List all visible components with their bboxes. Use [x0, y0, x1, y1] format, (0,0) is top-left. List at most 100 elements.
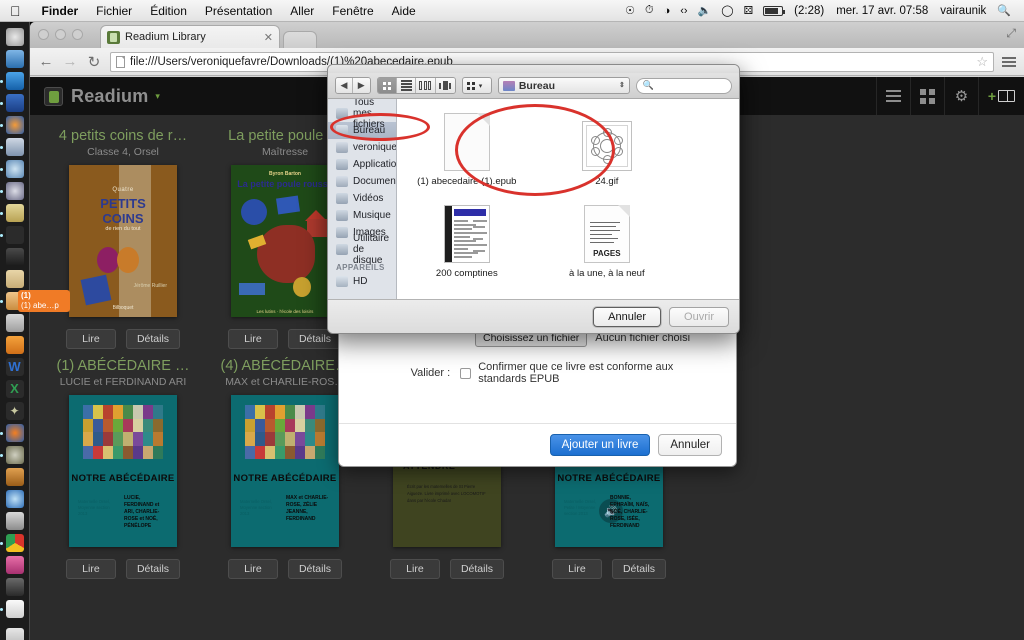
dock-item-textedit[interactable]: [5, 336, 24, 354]
location-popup-button[interactable]: Bureau ⇕: [497, 77, 630, 94]
book-cover[interactable]: NOTRE ABÉCÉDAIRE Maternelle Orsel, Moyen…: [231, 395, 339, 547]
close-window-button[interactable]: [38, 29, 49, 40]
add-book-icon[interactable]: +: [978, 77, 1024, 115]
finder-search-input[interactable]: 🔍: [635, 77, 733, 94]
add-book-cancel-button[interactable]: Annuler: [658, 434, 722, 456]
menubar-user[interactable]: vairaunik: [934, 5, 992, 17]
menu-item-aide[interactable]: Aide: [383, 4, 425, 18]
sidebar-item-hd[interactable]: HD: [328, 273, 396, 290]
finder-back-button[interactable]: ◀: [336, 78, 353, 93]
read-button[interactable]: Lire: [227, 329, 278, 349]
dock-item-finder-alias[interactable]: [5, 314, 24, 332]
dock-item-star[interactable]: ✦: [5, 402, 24, 420]
close-icon[interactable]: ✕: [260, 31, 273, 44]
menu-item-presentation[interactable]: Présentation: [196, 4, 281, 18]
menu-item-fenetre[interactable]: Fenêtre: [323, 4, 382, 18]
menu-item-finder[interactable]: Finder: [33, 4, 88, 18]
dock-item-firefox2[interactable]: [0, 424, 24, 442]
dock[interactable]: W X ✦: [0, 22, 30, 640]
book-card[interactable]: 4 petits coins de r… Classe 4, Orsel Qua…: [42, 123, 204, 349]
notification-icon[interactable]: ◯: [716, 4, 738, 17]
menu-item-edition[interactable]: Édition: [141, 4, 196, 18]
dock-item-compass[interactable]: [0, 182, 24, 200]
finder-forward-button[interactable]: ▶: [352, 78, 370, 93]
read-button[interactable]: Lire: [65, 329, 116, 349]
dock-item-globe[interactable]: [0, 160, 24, 178]
navigation-segment[interactable]: ◀ ▶: [335, 77, 371, 94]
read-button[interactable]: Lire: [389, 559, 440, 579]
hamburger-icon[interactable]: [1002, 56, 1016, 67]
fullscreen-icon[interactable]: ⤢: [1006, 26, 1016, 41]
finder-dialog-titlebar[interactable]: [328, 65, 739, 73]
dock-item-browser[interactable]: [5, 490, 24, 508]
book-card[interactable]: (1) ABÉCÉDAIRE … LUCIE et FERDINAND ARI: [42, 353, 204, 579]
chevron-down-icon[interactable]: ▾: [155, 91, 160, 102]
dock-item-notes[interactable]: [0, 204, 24, 222]
sidebar-item-applications[interactable]: Applications: [328, 156, 396, 173]
read-button[interactable]: Lire: [65, 559, 116, 579]
dock-item-gimp[interactable]: [0, 446, 24, 464]
dock-item-word-w[interactable]: W: [5, 358, 24, 376]
arrange-by-button[interactable]: ▾: [461, 77, 492, 94]
forward-button[interactable]: →: [62, 53, 78, 70]
details-button[interactable]: Détails: [449, 559, 505, 579]
window-controls[interactable]: [38, 29, 83, 40]
finder-cancel-button[interactable]: Annuler: [593, 306, 662, 327]
dock-item-vlc[interactable]: [5, 512, 24, 530]
dock-item-preview[interactable]: [0, 138, 24, 156]
zoom-window-button[interactable]: [72, 29, 83, 40]
finder-open-button[interactable]: Ouvrir: [669, 306, 729, 327]
coverflow-view-icon[interactable]: [435, 78, 455, 93]
search-icon[interactable]: 🔍: [992, 4, 1016, 17]
dock-item-mail[interactable]: [5, 50, 24, 68]
read-button[interactable]: Lire: [227, 559, 278, 579]
dock-item-appstore[interactable]: [0, 72, 24, 90]
column-view-icon[interactable]: [416, 78, 436, 93]
dock-item-chrome[interactable]: [0, 534, 24, 552]
sidebar-item-veroniquefavre[interactable]: veroniquefavre: [328, 139, 396, 156]
star-icon[interactable]: ☆: [976, 54, 988, 70]
file-item[interactable]: 200 comptines: [397, 201, 537, 279]
details-button[interactable]: Détails: [611, 559, 667, 579]
sidebar-item-videos[interactable]: Vidéos: [328, 190, 396, 207]
sidebar-item-musique[interactable]: Musique: [328, 207, 396, 224]
dock-item-terminal[interactable]: [0, 226, 24, 244]
dock-item-pages[interactable]: [0, 600, 24, 618]
volume-icon[interactable]: 🔈: [693, 4, 717, 17]
menu-item-aller[interactable]: Aller: [281, 4, 323, 18]
new-tab-button[interactable]: [283, 31, 317, 48]
minimize-window-button[interactable]: [55, 29, 66, 40]
list-view-icon[interactable]: [876, 77, 910, 115]
airplay-icon[interactable]: ‹›: [675, 5, 692, 17]
details-button[interactable]: Détails: [287, 559, 343, 579]
book-cover[interactable]: NOTRE ABÉCÉDAIRE Maternelle Orsel, Moyen…: [69, 395, 177, 547]
details-button[interactable]: Détails: [125, 329, 181, 349]
add-book-submit-button[interactable]: Ajouter un livre: [549, 434, 651, 456]
reload-button[interactable]: ↻: [86, 53, 102, 71]
details-button[interactable]: Détails: [125, 559, 181, 579]
gear-icon[interactable]: ⚙: [944, 77, 978, 115]
read-button[interactable]: Lire: [551, 559, 602, 579]
dock-item-folder[interactable]: [5, 270, 24, 288]
dock-item-firefox[interactable]: [0, 116, 24, 134]
book-cover[interactable]: Quatre PETITS COINS de rien du tout Jérô…: [69, 165, 177, 317]
dock-item-keynote[interactable]: [5, 556, 24, 574]
dock-item-word[interactable]: [0, 94, 24, 112]
list-view-icon[interactable]: [396, 78, 417, 93]
dock-item-trash[interactable]: [5, 628, 24, 640]
download-shelf-item[interactable]: (1) (1) abe…p: [18, 290, 70, 312]
confirm-epub-checkbox[interactable]: [460, 367, 472, 379]
bluetooth-icon[interactable]: ⚄: [739, 4, 759, 17]
readium-brand[interactable]: Readium: [71, 86, 148, 107]
menubar-datetime[interactable]: mer. 17 avr. 07:58: [830, 5, 934, 17]
dock-item-safari[interactable]: [5, 28, 24, 46]
icon-view-icon[interactable]: [377, 78, 397, 93]
apple-icon[interactable]: : [0, 4, 33, 18]
wifi-icon[interactable]: ◑: [659, 5, 676, 17]
dock-item-excel-x[interactable]: X: [5, 380, 24, 398]
book-cover[interactable]: Byron Barton La petite poule rousse Les …: [231, 165, 339, 317]
timemachine-icon[interactable]: ⏱: [640, 4, 659, 17]
dropbox-icon[interactable]: ☉: [620, 4, 640, 17]
view-mode-segment[interactable]: [376, 77, 456, 94]
grid-view-icon[interactable]: [910, 77, 944, 115]
